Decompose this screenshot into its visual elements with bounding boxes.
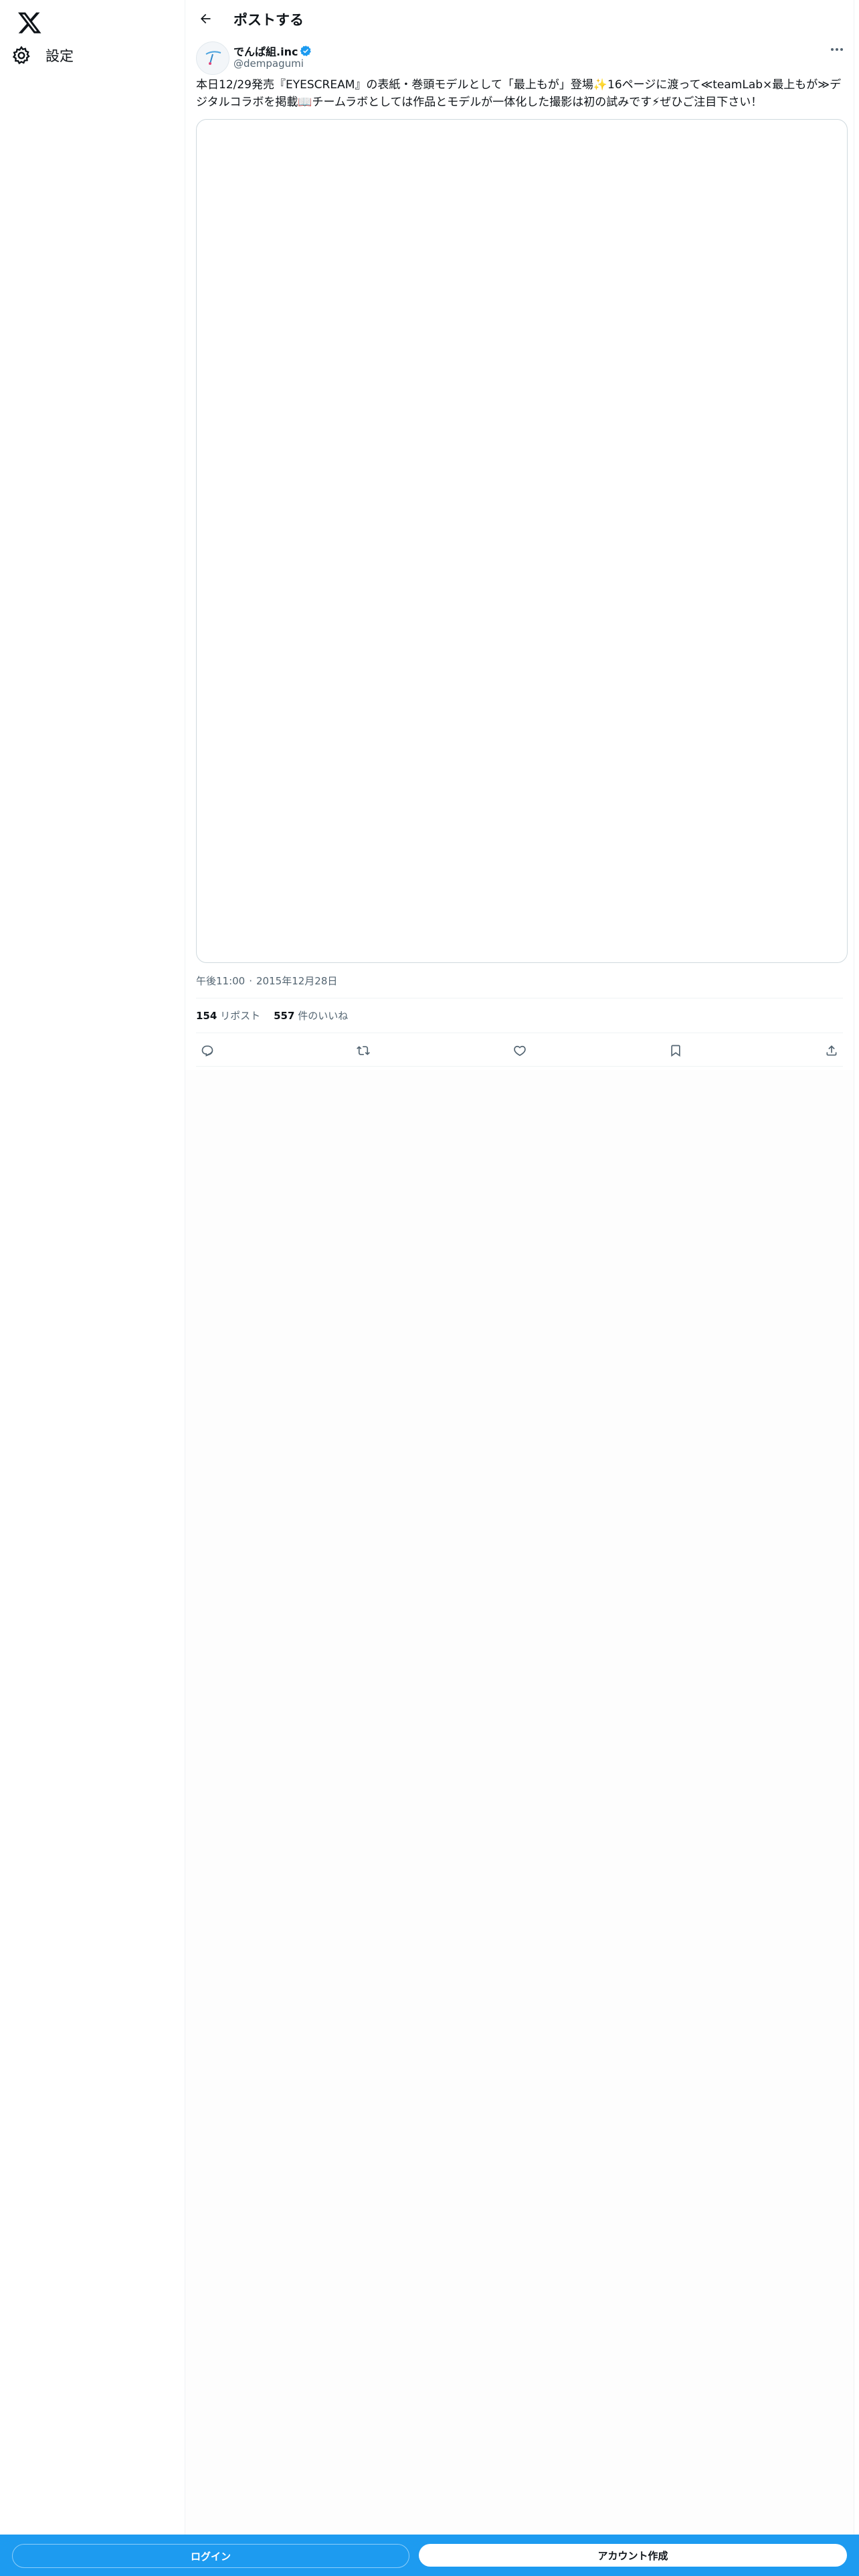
author-display-name[interactable]: でんぱ組.inc xyxy=(233,43,298,59)
reply-button[interactable] xyxy=(196,1041,219,1061)
post-media[interactable] xyxy=(196,119,848,963)
reposts-count: 154 xyxy=(196,1010,217,1022)
more-horizontal-icon xyxy=(831,48,843,51)
author-handle[interactable]: @dempagumi xyxy=(233,58,304,70)
post-stats: 154 リポスト 557 件のいいね xyxy=(196,1008,361,1023)
login-button[interactable]: ログイン xyxy=(12,2544,409,2568)
repost-button[interactable] xyxy=(352,1041,375,1061)
meta-separator: · xyxy=(249,975,253,987)
author-name-row[interactable]: でんぱ組.inc xyxy=(233,43,312,59)
like-button[interactable] xyxy=(508,1041,531,1061)
share-button[interactable] xyxy=(820,1041,843,1061)
divider xyxy=(196,1066,843,1067)
bottom-signup-bar: ログイン アカウント作成 xyxy=(0,2535,859,2576)
sidebar-item-settings[interactable]: 設定 xyxy=(11,40,74,71)
verified-badge-icon xyxy=(300,45,312,57)
likes-count: 557 xyxy=(274,1010,295,1022)
post-timestamp[interactable]: 午後11:00 · 2015年12月28日 xyxy=(196,974,337,988)
back-button[interactable] xyxy=(195,8,216,29)
repost-icon xyxy=(357,1046,371,1055)
bookmark-button[interactable] xyxy=(664,1041,687,1061)
reposts-stat[interactable]: 154 リポスト xyxy=(196,1008,260,1023)
post-actions xyxy=(196,1041,843,1061)
heart-icon xyxy=(513,1045,526,1057)
post-time: 午後11:00 xyxy=(196,975,246,987)
likes-stat[interactable]: 557 件のいいね xyxy=(274,1008,348,1023)
post-text: 本日12/29発売『EYESCREAM』の表紙・巻頭モデルとして「最上もが」登場… xyxy=(196,78,842,109)
arrow-left-icon xyxy=(201,13,211,24)
create-account-button[interactable]: アカウント作成 xyxy=(419,2544,847,2567)
x-logo-icon[interactable] xyxy=(13,7,45,39)
page-title: ポストする xyxy=(233,12,304,28)
sidebar: 設定 xyxy=(0,0,185,2535)
avatar[interactable] xyxy=(196,41,229,75)
post-detail-column: ポストする でんぱ組.inc @dempagumi 本日12/29発売『EYES… xyxy=(185,0,854,2535)
more-options-button[interactable] xyxy=(826,43,848,56)
gear-icon xyxy=(11,45,32,66)
reply-icon xyxy=(201,1045,213,1057)
page-header: ポストする xyxy=(185,0,854,37)
sidebar-item-label: 設定 xyxy=(45,48,74,64)
bookmark-icon xyxy=(671,1045,680,1057)
post-date: 2015年12月28日 xyxy=(256,975,338,987)
likes-label: 件のいいね xyxy=(298,1010,349,1022)
share-icon xyxy=(826,1045,837,1056)
empty-area xyxy=(185,1070,854,2535)
reposts-label: リポスト xyxy=(220,1010,261,1022)
